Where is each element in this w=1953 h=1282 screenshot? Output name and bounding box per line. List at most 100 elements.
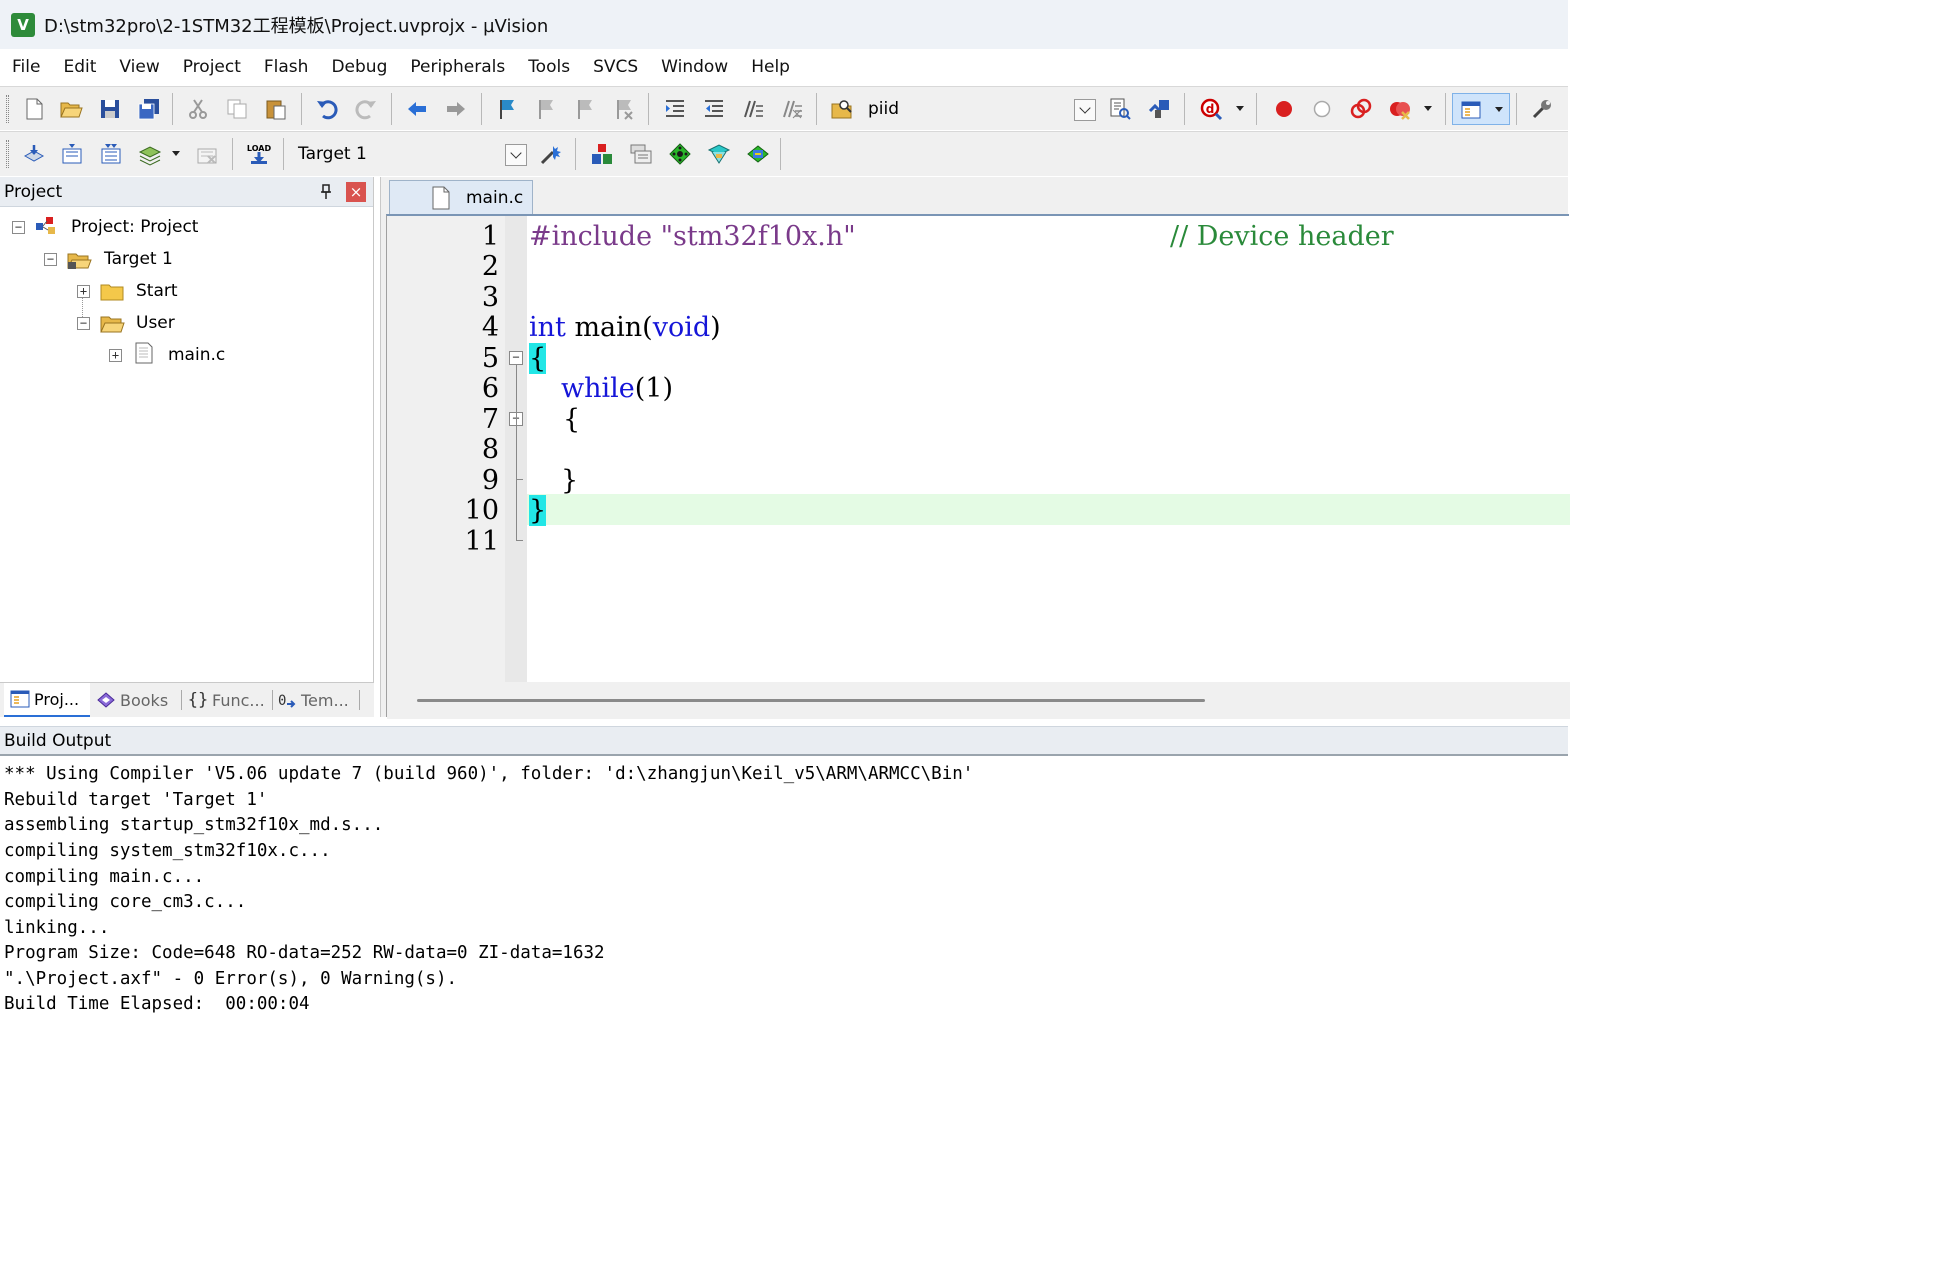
bookmark-icon[interactable] <box>493 95 521 123</box>
batch-build-dropdown-icon[interactable] <box>172 151 180 156</box>
close-icon[interactable]: × <box>346 182 366 202</box>
translate-icon[interactable] <box>20 140 48 168</box>
build-icon[interactable] <box>58 140 86 168</box>
pin-icon[interactable] <box>318 183 334 201</box>
tree-node-target[interactable]: − Target 1 <box>0 245 370 273</box>
code-line-6: while(1) <box>561 373 673 404</box>
scrollbar-thumb[interactable] <box>417 699 1205 702</box>
save-icon[interactable] <box>96 95 124 123</box>
copy-icon[interactable] <box>223 95 251 123</box>
horizontal-scrollbar[interactable] <box>387 682 1570 719</box>
editor-area: main.c 1 2 3 4 5 6 7 8 9 10 11 − − #incl… <box>380 177 1570 719</box>
tab-books[interactable]: Books <box>96 683 180 717</box>
project-panel-tabs: Proj... Books {} Func... 0 Tem... <box>0 682 374 717</box>
disable-breakpoints-icon[interactable] <box>1347 95 1375 123</box>
braces-icon: {} <box>187 690 209 710</box>
code-editor[interactable]: 1 2 3 4 5 6 7 8 9 10 11 − − #include "st… <box>386 214 1570 719</box>
insert-breakpoint-icon[interactable] <box>1270 95 1298 123</box>
code-line-10: } <box>529 495 547 526</box>
cut-icon[interactable] <box>184 95 212 123</box>
target-select-dropdown-icon[interactable] <box>505 144 527 166</box>
collapse-icon[interactable]: − <box>12 221 25 234</box>
code-line-7: { <box>563 404 581 435</box>
code-line-1: #include "stm32f10x.h" <box>529 221 856 252</box>
enable-breakpoint-icon[interactable] <box>1308 95 1336 123</box>
collapse-icon[interactable]: − <box>44 253 57 266</box>
menu-help[interactable]: Help <box>741 57 800 77</box>
tree-node-file-main-c[interactable]: + main.c <box>0 341 370 369</box>
templates-icon: 0 <box>277 690 297 710</box>
find-in-files-icon[interactable] <box>828 95 856 123</box>
menu-file[interactable]: File <box>2 57 50 77</box>
debug-session-icon[interactable]: d <box>1198 95 1226 123</box>
select-packs-icon[interactable] <box>627 140 655 168</box>
line-number: 6 <box>481 373 499 404</box>
save-all-icon[interactable] <box>135 95 163 123</box>
tab-project[interactable]: Proj... <box>4 683 90 717</box>
build-output-line: ".\Project.axf" - 0 Error(s), 0 Warning(… <box>4 969 458 989</box>
kill-breakpoints-icon[interactable] <box>1386 95 1414 123</box>
tree-node-group-start[interactable]: + Start <box>0 277 370 305</box>
editor-tab-main-c[interactable]: main.c <box>389 180 533 215</box>
debug-dropdown-icon[interactable] <box>1236 106 1244 111</box>
paste-icon[interactable] <box>262 95 290 123</box>
build-output-header: Build Output <box>0 726 1568 756</box>
menu-edit[interactable]: Edit <box>53 57 106 77</box>
menu-tools[interactable]: Tools <box>518 57 580 77</box>
tab-functions[interactable]: {} Func... <box>188 683 272 717</box>
open-folder-icon[interactable] <box>57 95 85 123</box>
fold-collapse-icon[interactable]: − <box>509 351 523 365</box>
menu-svcs[interactable]: SVCS <box>583 57 648 77</box>
menu-view[interactable]: View <box>109 57 169 77</box>
prev-bookmark-icon[interactable] <box>532 95 560 123</box>
target-select[interactable]: Target 1 <box>298 140 498 168</box>
preprocessor-token: #include <box>529 221 661 252</box>
manage-project-items-icon[interactable] <box>588 140 616 168</box>
redo-icon[interactable] <box>352 95 380 123</box>
next-bookmark-icon[interactable] <box>571 95 599 123</box>
breakpoints-dropdown-icon[interactable] <box>1424 106 1432 111</box>
new-file-icon[interactable] <box>20 95 48 123</box>
rebuild-icon[interactable] <box>97 140 125 168</box>
title-bar: V D:\stm32pro\2-1STM32工程模板\Project.uvpro… <box>0 0 1568 49</box>
tree-node-group-user[interactable]: − User <box>0 309 370 337</box>
indent-icon[interactable] <box>661 95 689 123</box>
find-replace-icon[interactable] <box>1145 95 1173 123</box>
keyword-token: void <box>652 312 711 343</box>
toolbar-grip[interactable] <box>6 95 9 123</box>
find-combobox-dropdown-icon[interactable] <box>1074 99 1096 121</box>
expand-icon[interactable]: + <box>109 349 122 362</box>
software-packs-icon[interactable] <box>744 140 772 168</box>
pack-installer-icon[interactable] <box>705 140 733 168</box>
build-output-panel[interactable]: *** Using Compiler 'V5.06 update 7 (buil… <box>0 758 1568 1030</box>
comment-icon[interactable] <box>739 95 767 123</box>
configure-icon[interactable] <box>1528 95 1556 123</box>
line-number: 8 <box>481 434 499 465</box>
stop-build-icon[interactable] <box>193 140 221 168</box>
find-combobox[interactable]: piid <box>868 95 1068 123</box>
manage-runtime-icon[interactable] <box>666 140 694 168</box>
clear-bookmarks-icon[interactable] <box>610 95 638 123</box>
navigate-forward-icon[interactable] <box>442 95 470 123</box>
navigate-back-icon[interactable] <box>403 95 431 123</box>
unindent-icon[interactable] <box>700 95 728 123</box>
incremental-find-icon[interactable] <box>1106 95 1134 123</box>
undo-icon[interactable] <box>313 95 341 123</box>
options-for-target-icon[interactable] <box>537 140 565 168</box>
menu-debug[interactable]: Debug <box>321 57 397 77</box>
expand-icon[interactable]: + <box>77 285 90 298</box>
menu-window[interactable]: Window <box>651 57 738 77</box>
load-download-icon[interactable]: LOAD <box>245 140 273 168</box>
uncomment-icon[interactable] <box>778 95 806 123</box>
menu-project[interactable]: Project <box>173 57 251 77</box>
menu-peripherals[interactable]: Peripherals <box>400 57 515 77</box>
toolbar-grip[interactable] <box>6 140 9 168</box>
window-layout-icon <box>1457 96 1485 124</box>
code-token: main( <box>565 312 653 343</box>
tree-node-project-root[interactable]: − Project: Project <box>0 213 370 241</box>
batch-build-icon[interactable] <box>136 140 164 168</box>
collapse-icon[interactable]: − <box>77 317 90 330</box>
tab-templates[interactable]: 0 Tem... <box>277 683 357 717</box>
menu-flash[interactable]: Flash <box>254 57 319 77</box>
window-layout-button[interactable] <box>1452 93 1510 125</box>
